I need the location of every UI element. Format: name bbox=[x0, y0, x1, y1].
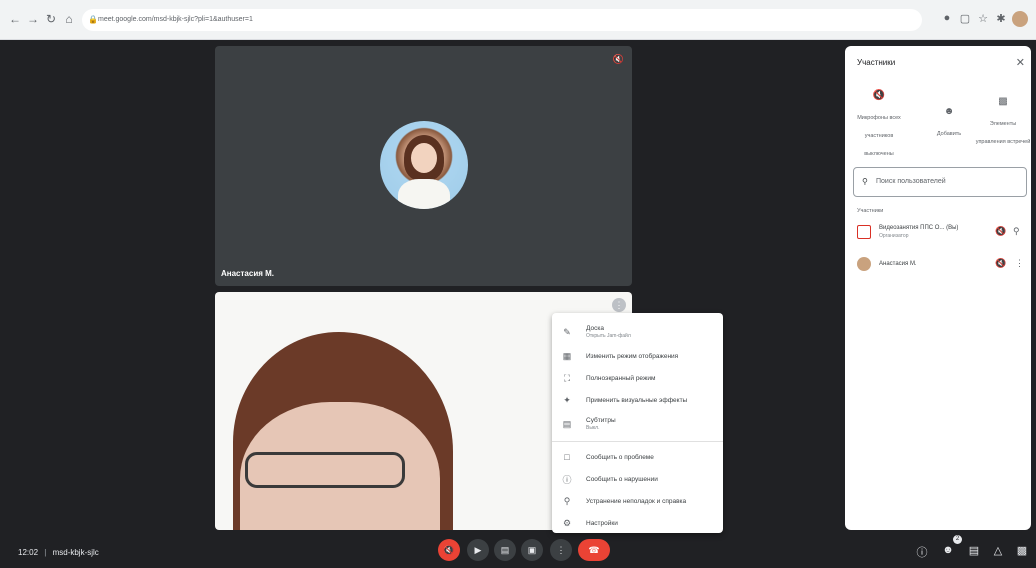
menu-item-captions[interactable]: ▤ Субтитры Выкл. bbox=[552, 411, 723, 437]
participant-name: Анастасия М. bbox=[879, 261, 917, 267]
more-options-button[interactable]: ⋮ bbox=[550, 539, 572, 561]
host-controls-button[interactable]: ▩ Элементы управления встречей bbox=[975, 96, 1031, 148]
menu-item-visual-effects[interactable]: ✦ Применить визуальные эффекты bbox=[552, 389, 723, 411]
menu-item-whiteboard[interactable]: ✎ Доска Открыть Jam-файл bbox=[552, 319, 723, 345]
menu-label: Сообщить о проблеме bbox=[586, 453, 654, 461]
report-icon: ⓘ bbox=[562, 474, 572, 485]
participant-name: Анастасия М. bbox=[221, 269, 275, 278]
back-icon[interactable]: ← bbox=[8, 12, 22, 26]
present-button[interactable]: ▣ bbox=[521, 539, 543, 561]
activities-icon[interactable]: △ bbox=[990, 544, 1006, 557]
layout-icon: ▦ bbox=[562, 350, 572, 361]
search-placeholder: Поиск пользователей bbox=[876, 178, 946, 185]
pen-icon: ✎ bbox=[563, 326, 571, 337]
camera-toggle-button[interactable]: ▶ bbox=[467, 539, 489, 561]
more-options-menu: ✎ Доска Открыть Jam-файл ▦ Изменить режи… bbox=[552, 313, 723, 533]
host-controls-icon: ▩ bbox=[998, 96, 1008, 107]
sparkle-icon: ✦ bbox=[563, 394, 571, 405]
key-icon[interactable]: ● bbox=[940, 12, 954, 24]
add-person-icon: ☻ bbox=[943, 106, 955, 117]
add-label: Добавить bbox=[936, 131, 962, 137]
mic-off-icon: 🔇 bbox=[995, 226, 1007, 236]
panel-title: Участники bbox=[857, 58, 896, 67]
extensions-icon[interactable]: ✱ bbox=[994, 12, 1008, 25]
clock-time: 12:02 bbox=[18, 548, 39, 557]
menu-label: Сообщить о нарушении bbox=[586, 475, 658, 483]
menu-label: Изменить режим отображения bbox=[586, 352, 679, 360]
troubleshoot-icon: ⚲ bbox=[563, 495, 571, 506]
menu-sublabel: Открыть Jam-файл bbox=[586, 333, 631, 339]
fullscreen-icon: ⛶ bbox=[563, 372, 571, 383]
host-controls-icon[interactable]: ▩ bbox=[1014, 544, 1030, 557]
settings-icon: ⚙ bbox=[562, 517, 572, 528]
participant-role: Организатор bbox=[879, 233, 909, 239]
feedback-icon: □ bbox=[564, 452, 570, 462]
people-icon[interactable]: ☻ bbox=[940, 544, 956, 556]
avatar bbox=[380, 121, 468, 209]
close-icon[interactable]: ✕ bbox=[1016, 56, 1025, 69]
pin-icon[interactable]: ⚲ bbox=[1013, 226, 1020, 237]
menu-label: Доска bbox=[586, 325, 604, 332]
mute-all-button[interactable]: 🔇 Микрофоны всех участников выключены bbox=[851, 90, 907, 160]
participant-row[interactable]: Анастасия М. 🔇 ⋮ bbox=[853, 254, 1027, 276]
menu-divider bbox=[552, 441, 723, 442]
participant-name: Видеозанятия ППС О... (Вы) bbox=[879, 225, 959, 231]
participant-count-badge: 2 bbox=[953, 535, 962, 544]
mic-off-icon: 🔇 bbox=[872, 90, 886, 101]
lock-icon: 🔒 bbox=[88, 15, 98, 24]
info-icon[interactable]: ⓘ bbox=[914, 544, 930, 560]
menu-sublabel: Выкл. bbox=[586, 425, 600, 431]
menu-item-report-abuse[interactable]: ⓘ Сообщить о нарушении bbox=[552, 468, 723, 490]
more-vert-icon[interactable]: ⋮ bbox=[1015, 258, 1024, 269]
menu-item-fullscreen[interactable]: ⛶ Полноэкранный режим bbox=[552, 367, 723, 389]
menu-label: Полноэкранный режим bbox=[586, 374, 656, 382]
participant-tile[interactable]: 🔇 Анастасия М. bbox=[215, 46, 632, 286]
reload-icon[interactable]: ↻ bbox=[44, 12, 58, 26]
menu-item-report-problem[interactable]: □ Сообщить о проблеме bbox=[552, 446, 723, 468]
menu-label: Применить визуальные эффекты bbox=[586, 396, 688, 404]
participants-panel: Участники ✕ 🔇 Микрофоны всех участников … bbox=[845, 46, 1031, 530]
search-input[interactable]: ⚲ Поиск пользователей bbox=[853, 167, 1027, 197]
profile-avatar[interactable] bbox=[1012, 11, 1028, 27]
mic-off-icon: 🔇 bbox=[612, 54, 624, 64]
address-bar[interactable]: 🔒 meet.google.com/msd-kbjk-sjlc?pli=1&au… bbox=[82, 9, 922, 31]
forward-icon[interactable]: → bbox=[26, 12, 40, 26]
mic-off-icon: 🔇 bbox=[995, 258, 1007, 268]
captions-button[interactable]: ▤ bbox=[494, 539, 516, 561]
section-label: Участники bbox=[857, 208, 884, 214]
menu-item-change-layout[interactable]: ▦ Изменить режим отображения bbox=[552, 345, 723, 367]
tile-options-icon[interactable]: ⋮ bbox=[612, 298, 626, 312]
host-controls-label: Элементы управления встречей bbox=[975, 121, 1031, 145]
browser-toolbar: ← → ↻ ⌂ 🔒 meet.google.com/msd-kbjk-sjlc?… bbox=[0, 0, 1036, 40]
menu-label: Устранение неполадок и справка bbox=[586, 497, 687, 505]
menu-label: Настройки bbox=[586, 519, 618, 527]
participant-row[interactable]: Видеозанятия ППС О... (Вы) Организатор 🔇… bbox=[853, 222, 1027, 244]
menu-item-settings[interactable]: ⚙ Настройки bbox=[552, 512, 723, 534]
search-icon: ⚲ bbox=[862, 177, 868, 186]
menu-item-troubleshooting[interactable]: ⚲ Устранение неполадок и справка bbox=[552, 490, 723, 512]
camera-icon[interactable]: ▢ bbox=[958, 12, 972, 25]
home-icon[interactable]: ⌂ bbox=[62, 12, 76, 26]
mute-all-label: Микрофоны всех участников выключены bbox=[857, 115, 901, 157]
meeting-info: 12:02 | msd-kbjk-sjlc bbox=[18, 548, 99, 557]
url-text: meet.google.com/msd-kbjk-sjlc?pli=1&auth… bbox=[98, 16, 253, 23]
captions-icon: ▤ bbox=[562, 418, 572, 429]
avatar bbox=[857, 225, 871, 239]
menu-label: Субтитры bbox=[586, 417, 616, 424]
avatar bbox=[857, 257, 871, 271]
meeting-code: msd-kbjk-sjlc bbox=[52, 548, 99, 557]
add-people-button[interactable]: ☻ Добавить bbox=[921, 106, 977, 140]
mic-toggle-button[interactable]: 🔇 bbox=[438, 539, 460, 561]
star-icon[interactable]: ☆ bbox=[976, 12, 990, 25]
leave-call-button[interactable]: ☎ bbox=[578, 539, 610, 561]
chat-icon[interactable]: ▤ bbox=[966, 544, 982, 557]
